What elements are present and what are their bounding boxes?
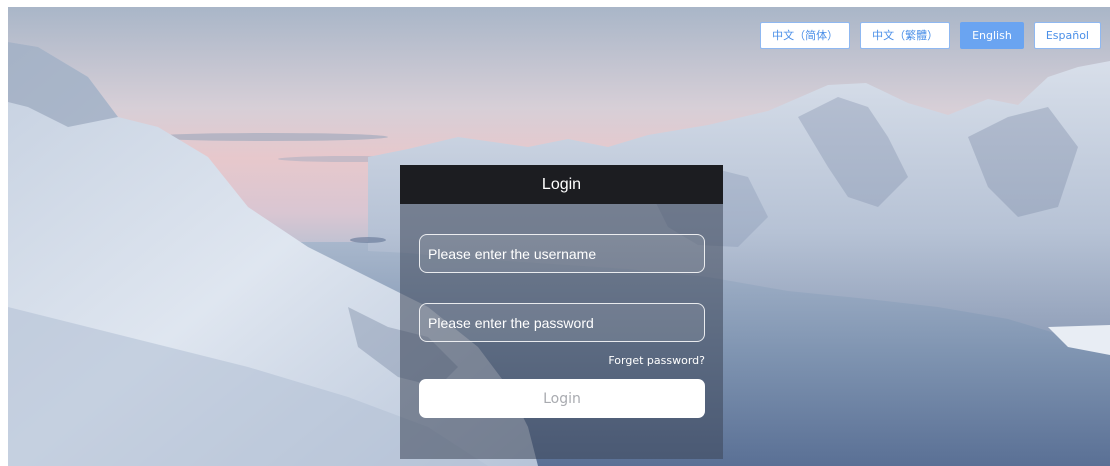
page-background: 中文（简体） 中文（繁體） English Español Login Forg… bbox=[8, 7, 1110, 466]
login-title: Login bbox=[400, 165, 723, 204]
language-button-zh-hant[interactable]: 中文（繁體） bbox=[860, 22, 951, 49]
language-button-english[interactable]: English bbox=[960, 22, 1024, 49]
login-panel: Login Forget password? Login bbox=[400, 165, 723, 459]
language-button-espanol[interactable]: Español bbox=[1033, 22, 1101, 49]
password-input[interactable] bbox=[419, 303, 705, 342]
language-switcher: 中文（简体） 中文（繁體） English Español bbox=[760, 22, 1101, 49]
language-button-zh-hans[interactable]: 中文（简体） bbox=[760, 22, 851, 49]
forgot-password-link[interactable]: Forget password? bbox=[608, 354, 705, 367]
username-input[interactable] bbox=[419, 234, 705, 273]
login-button[interactable]: Login bbox=[419, 379, 705, 418]
